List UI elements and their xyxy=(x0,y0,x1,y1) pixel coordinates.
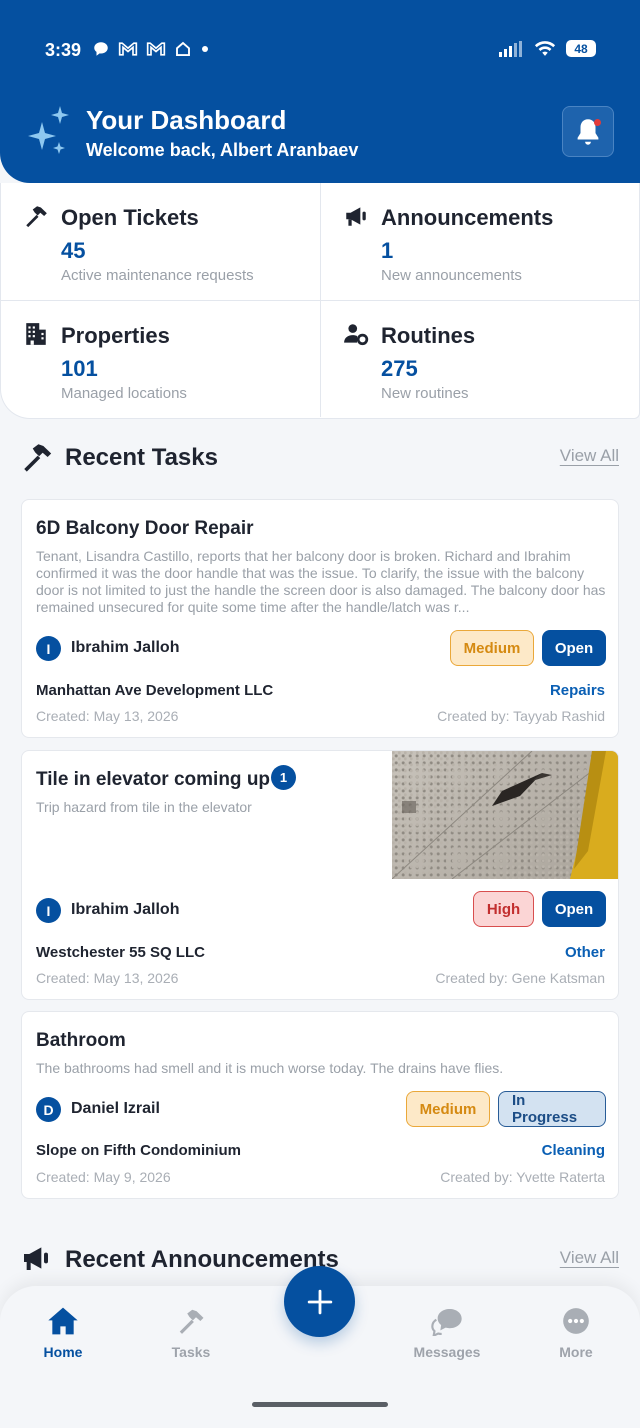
category-label: Other xyxy=(564,944,605,961)
add-task-button[interactable] xyxy=(284,1266,355,1337)
nav-label: More xyxy=(559,1344,593,1360)
home-icon xyxy=(48,1307,78,1335)
dashboard-header: 3:39 48 Your Dashboard Welcome back, Alb… xyxy=(0,0,640,183)
stat-label: Properties xyxy=(61,323,170,348)
stat-description: New announcements xyxy=(381,267,522,284)
priority-badge: Medium xyxy=(406,1091,490,1127)
stat-announcements[interactable]: Announcements 1 New announcements xyxy=(320,183,639,300)
property-name: Slope on Fifth Condominium xyxy=(36,1142,241,1159)
view-all-announcements-link[interactable]: View All xyxy=(560,1248,619,1268)
stat-value: 275 xyxy=(381,356,418,381)
stat-value: 1 xyxy=(381,238,394,263)
chat-icon xyxy=(94,42,108,56)
page-title: Your Dashboard xyxy=(86,105,287,135)
status-badge: In Progress xyxy=(498,1091,606,1127)
recent-announcements-title: Recent Announcements xyxy=(65,1246,339,1273)
view-all-tasks-link[interactable]: View All xyxy=(560,446,619,466)
assignee-name: Ibrahim Jalloh xyxy=(71,901,180,918)
nav-label: Messages xyxy=(413,1344,481,1360)
nav-home[interactable]: Home xyxy=(18,1306,108,1360)
task-description: Tenant, Lisandra Castillo, reports that … xyxy=(36,548,606,615)
plus-icon xyxy=(307,1289,332,1314)
building-icon xyxy=(26,323,46,345)
stat-description: Active maintenance requests xyxy=(61,267,254,284)
property-name: Westchester 55 SQ LLC xyxy=(36,944,205,961)
user-gear-icon xyxy=(344,324,369,346)
stats-grid: Open Tickets 45 Active maintenance reque… xyxy=(0,183,640,419)
hammer-icon xyxy=(24,444,52,472)
dot-icon xyxy=(202,46,208,52)
wifi-icon xyxy=(534,41,556,56)
status-bar: 3:39 48 xyxy=(0,30,640,72)
priority-badge: Medium xyxy=(450,630,534,666)
stat-label: Open Tickets xyxy=(61,205,199,230)
task-card[interactable]: Tile in elevator coming up 1 Trip hazard… xyxy=(21,750,619,1000)
welcome-message: Welcome back, Albert Aranbaev xyxy=(86,140,359,160)
megaphone-icon xyxy=(24,1247,48,1270)
status-badge: Open xyxy=(542,630,606,666)
gmail-icon-2 xyxy=(146,42,166,56)
home-indicator[interactable] xyxy=(252,1402,388,1407)
avatar: I xyxy=(36,898,61,923)
property-name: Manhattan Ave Development LLC xyxy=(36,682,274,699)
chat-bubbles-icon xyxy=(431,1309,462,1336)
stat-open-tickets[interactable]: Open Tickets 45 Active maintenance reque… xyxy=(1,183,320,300)
notifications-button[interactable] xyxy=(562,106,614,157)
nav-tasks[interactable]: Tasks xyxy=(146,1306,236,1360)
created-by: Created by: Yvette Raterta xyxy=(440,1169,605,1185)
avatar: I xyxy=(36,636,61,661)
battery-indicator: 48 xyxy=(566,40,596,57)
megaphone-icon xyxy=(346,207,366,226)
created-date: Created: May 9, 2026 xyxy=(36,1169,171,1185)
nav-label: Home xyxy=(43,1344,83,1360)
gmail-icon xyxy=(118,42,138,56)
nav-more[interactable]: More xyxy=(531,1306,621,1360)
priority-badge: High xyxy=(473,891,534,927)
task-description: Trip hazard from tile in the elevator xyxy=(36,799,252,815)
stat-label: Routines xyxy=(381,323,476,348)
stat-description: Managed locations xyxy=(61,385,187,402)
category-label: Cleaning xyxy=(541,1142,605,1159)
task-title: 6D Balcony Door Repair xyxy=(36,518,254,539)
stat-description: New routines xyxy=(381,385,469,402)
recent-tasks-title: Recent Tasks xyxy=(65,444,218,471)
attachment-count-badge: 1 xyxy=(271,765,296,790)
task-card[interactable]: 6D Balcony Door Repair Tenant, Lisandra … xyxy=(21,499,619,738)
nav-messages[interactable]: Messages xyxy=(402,1306,492,1360)
stat-properties[interactable]: Properties 101 Managed locations xyxy=(1,300,320,417)
hammer-icon xyxy=(26,206,47,228)
created-by: Created by: Gene Katsman xyxy=(435,970,605,986)
stat-value: 101 xyxy=(61,356,98,381)
notification-dot xyxy=(594,119,601,126)
assignee-name: Ibrahim Jalloh xyxy=(71,639,180,656)
task-photo[interactable] xyxy=(391,751,618,880)
hammer-icon xyxy=(179,1309,204,1334)
notification-icons xyxy=(92,40,210,58)
created-date: Created: May 13, 2026 xyxy=(36,708,179,724)
stat-value: 45 xyxy=(61,238,86,263)
stat-label: Announcements xyxy=(381,205,554,230)
task-title: Bathroom xyxy=(36,1030,126,1051)
more-icon xyxy=(563,1308,589,1334)
status-time: 3:39 xyxy=(45,40,82,60)
status-badge: Open xyxy=(542,891,606,927)
task-title: Tile in elevator coming up xyxy=(36,769,271,790)
task-description: The bathrooms had smell and it is much w… xyxy=(36,1060,504,1076)
created-date: Created: May 13, 2026 xyxy=(36,970,179,986)
created-by: Created by: Tayyab Rashid xyxy=(437,708,605,724)
category-label: Repairs xyxy=(549,682,605,699)
photo-content xyxy=(391,751,618,880)
stat-routines[interactable]: Routines 275 New routines xyxy=(320,300,639,417)
home-status-icon xyxy=(176,41,190,56)
assignee-name: Daniel Izrail xyxy=(71,1100,160,1117)
signal-icon xyxy=(499,40,522,57)
system-icons: 48 xyxy=(498,40,596,57)
avatar: D xyxy=(36,1097,61,1122)
nav-label: Tasks xyxy=(171,1344,211,1360)
task-card[interactable]: Bathroom The bathrooms had smell and it … xyxy=(21,1011,619,1199)
sparkle-icon xyxy=(28,106,69,154)
